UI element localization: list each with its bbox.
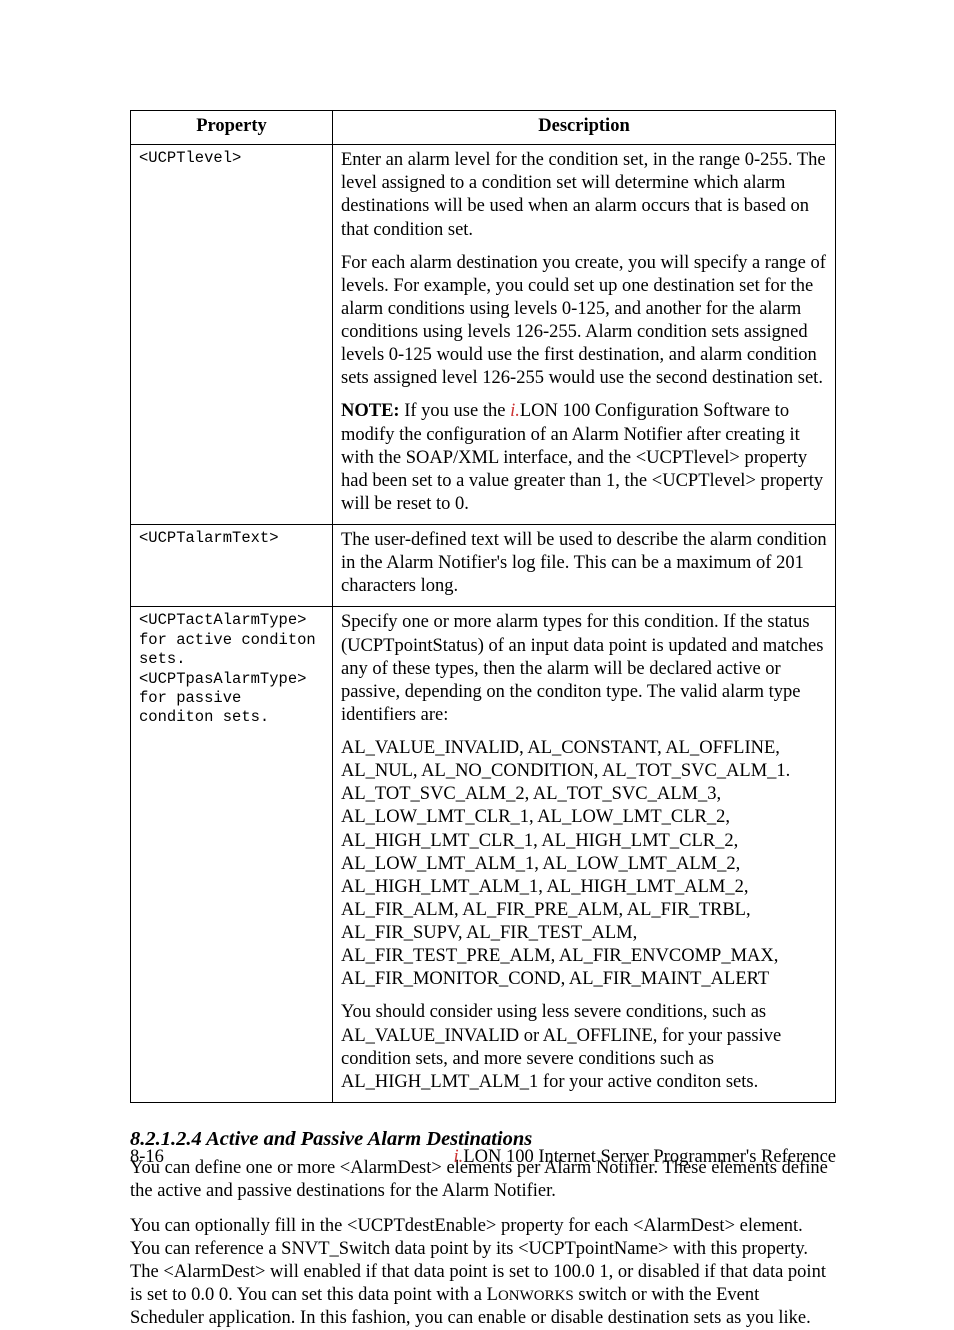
- prop-line: <UCPTactAlarmType>: [139, 611, 324, 630]
- desc-paragraph: For each alarm destination you create, y…: [341, 252, 827, 391]
- body-paragraph: You can optionally fill in the <UCPTdest…: [130, 1215, 836, 1330]
- desc-note: NOTE: If you use the i.LON 100 Configura…: [341, 400, 827, 516]
- desc-paragraph: Specify one or more alarm types for this…: [341, 611, 827, 727]
- note-label: NOTE:: [341, 401, 400, 421]
- desc-paragraph: The user-defined text will be used to de…: [341, 529, 827, 598]
- desc-paragraph: You should consider using less severe co…: [341, 1001, 827, 1094]
- page: Property Description <UCPTlevel> Enter a…: [0, 0, 954, 1235]
- table-row: <UCPTactAlarmType> for active conditon s…: [131, 607, 836, 1103]
- table-row: <UCPTlevel> Enter an alarm level for the…: [131, 145, 836, 525]
- page-footer: 8-16 i.LON 100 Internet Server Programme…: [130, 1146, 836, 1169]
- property-cell-ucptlevel: <UCPTlevel>: [131, 145, 333, 525]
- description-cell-ucptalarmtext: The user-defined text will be used to de…: [333, 525, 836, 607]
- desc-paragraph: AL_VALUE_INVALID, AL_CONSTANT, AL_OFFLIN…: [341, 737, 827, 991]
- smallcaps-word: ONWORKS: [498, 1288, 574, 1304]
- col-header-description: Description: [333, 111, 836, 145]
- table-row: <UCPTalarmText> The user-defined text wi…: [131, 525, 836, 607]
- properties-table: Property Description <UCPTlevel> Enter a…: [130, 110, 836, 1103]
- note-text: If you use the: [400, 401, 510, 421]
- property-cell-alarmtypes: <UCPTactAlarmType> for active conditon s…: [131, 607, 333, 1103]
- brand-i: i.: [510, 401, 520, 421]
- description-cell-alarmtypes: Specify one or more alarm types for this…: [333, 607, 836, 1103]
- footer-title: i.LON 100 Internet Server Programmer's R…: [454, 1146, 836, 1169]
- desc-paragraph: Enter an alarm level for the condition s…: [341, 149, 827, 242]
- prop-line: for active conditon sets.: [139, 631, 324, 670]
- table-header-row: Property Description: [131, 111, 836, 145]
- prop-line: <UCPTpasAlarmType>: [139, 670, 324, 689]
- property-cell-ucptalarmtext: <UCPTalarmText>: [131, 525, 333, 607]
- brand-i: i.: [454, 1147, 464, 1167]
- col-header-property: Property: [131, 111, 333, 145]
- description-cell-ucptlevel: Enter an alarm level for the condition s…: [333, 145, 836, 525]
- prop-line: for passive conditon sets.: [139, 689, 324, 728]
- footer-title-text: LON 100 Internet Server Programmer's Ref…: [463, 1147, 836, 1167]
- page-number: 8-16: [130, 1146, 164, 1169]
